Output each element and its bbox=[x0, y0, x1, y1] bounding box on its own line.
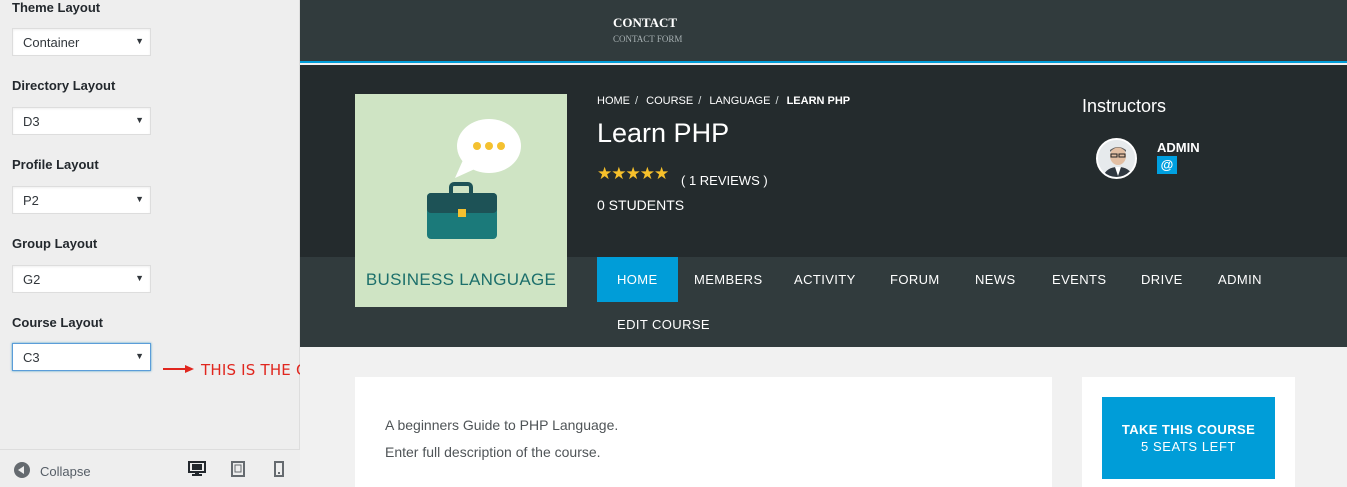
directory-layout-select[interactable]: D3 ▼ bbox=[12, 107, 151, 135]
customizer-footer: Collapse bbox=[0, 449, 300, 487]
dropdown-arrow-icon: ▼ bbox=[135, 194, 144, 204]
seats-left-label: 5 SEATS LEFT bbox=[1140, 439, 1237, 454]
breadcrumb-course[interactable]: COURSE bbox=[646, 95, 693, 107]
course-description-card: A beginners Guide to PHP Language. Enter… bbox=[355, 377, 1052, 487]
dropdown-arrow-icon: ▼ bbox=[135, 36, 144, 46]
breadcrumb-current: LEARN PHP bbox=[786, 95, 851, 107]
nav-item-news[interactable]: NEWS bbox=[955, 257, 1036, 302]
theme-layout-select[interactable]: Container ▼ bbox=[12, 28, 151, 56]
group-layout-select[interactable]: G2 ▼ bbox=[12, 265, 151, 293]
nav-item-edit-course[interactable]: EDIT COURSE bbox=[597, 302, 730, 347]
breadcrumb-separator: / bbox=[635, 95, 639, 107]
course-description-line: Enter full description of the course. bbox=[385, 444, 601, 460]
course-title: Learn PHP bbox=[597, 118, 730, 148]
course-layout-select[interactable]: C3 ▼ bbox=[12, 343, 151, 371]
nav-item-forum[interactable]: FORUM bbox=[870, 257, 960, 302]
students-count: 0 STUDENTS bbox=[597, 197, 685, 213]
site-preview: CONTACT CONTACT FORM BUSINESS LANGUAGE H… bbox=[300, 0, 1347, 487]
tablet-preview-icon[interactable] bbox=[231, 461, 245, 477]
collapse-icon[interactable] bbox=[14, 462, 30, 478]
course-description-line: A beginners Guide to PHP Language. bbox=[385, 417, 619, 433]
group-layout-label: Group Layout bbox=[12, 236, 98, 251]
nav-item-drive[interactable]: DRIVE bbox=[1121, 257, 1203, 302]
course-image: BUSINESS LANGUAGE bbox=[355, 94, 567, 307]
take-course-button[interactable]: TAKE THIS COURSE 5 SEATS LEFT bbox=[1102, 397, 1275, 479]
instructors-heading: Instructors bbox=[1082, 96, 1167, 116]
course-action-card: TAKE THIS COURSE 5 SEATS LEFT bbox=[1082, 377, 1295, 487]
course-image-label: BUSINESS LANGUAGE bbox=[365, 270, 557, 289]
course-layout-value: C3 bbox=[23, 350, 40, 365]
directory-layout-label: Directory Layout bbox=[12, 78, 116, 93]
annotation-arrow-line bbox=[163, 368, 187, 370]
briefcase-chat-icon bbox=[427, 119, 521, 239]
theme-layout-label: Theme Layout bbox=[12, 0, 101, 15]
reviews-count[interactable]: ( 1 REVIEWS ) bbox=[681, 173, 768, 188]
nav-item-members[interactable]: MEMBERS bbox=[674, 257, 783, 302]
nav-item-admin[interactable]: ADMIN bbox=[1198, 257, 1282, 302]
group-layout-value: G2 bbox=[23, 272, 41, 287]
site-header: CONTACT CONTACT FORM bbox=[300, 0, 1347, 63]
instructor-name[interactable]: ADMIN bbox=[1157, 140, 1200, 155]
profile-layout-value: P2 bbox=[23, 193, 39, 208]
mobile-preview-icon[interactable] bbox=[274, 461, 284, 477]
course-layout-label: Course Layout bbox=[12, 315, 104, 330]
nav-item-home[interactable]: HOME bbox=[597, 257, 678, 302]
contact-menu-subtitle: CONTACT FORM bbox=[613, 34, 683, 44]
profile-layout-select[interactable]: P2 ▼ bbox=[12, 186, 151, 214]
take-course-label: TAKE THIS COURSE bbox=[1121, 422, 1256, 437]
breadcrumb: HOME / COURSE / LANGUAGE / LEARN PHP bbox=[597, 95, 855, 107]
customizer-sidebar: Theme Layout Container ▼ Directory Layou… bbox=[0, 0, 300, 487]
nav-item-activity[interactable]: ACTIVITY bbox=[774, 257, 876, 302]
instructor-avatar[interactable] bbox=[1096, 138, 1137, 179]
breadcrumb-separator: / bbox=[698, 95, 702, 107]
nav-item-events[interactable]: EVENTS bbox=[1032, 257, 1126, 302]
collapse-button[interactable]: Collapse bbox=[40, 464, 91, 479]
theme-layout-value: Container bbox=[23, 35, 80, 50]
rating-stars-icon: ★★★★★ bbox=[597, 164, 669, 183]
profile-layout-label: Profile Layout bbox=[12, 157, 99, 172]
contact-menu-link[interactable]: CONTACT bbox=[613, 15, 677, 31]
desktop-preview-icon[interactable] bbox=[188, 461, 206, 477]
breadcrumb-language[interactable]: LANGUAGE bbox=[709, 95, 770, 107]
directory-layout-value: D3 bbox=[23, 114, 40, 129]
breadcrumb-separator: / bbox=[775, 95, 779, 107]
mail-icon[interactable]: @ bbox=[1157, 156, 1177, 174]
breadcrumb-home[interactable]: HOME bbox=[597, 95, 630, 107]
annotation-arrow-icon bbox=[185, 365, 194, 373]
dropdown-arrow-icon: ▼ bbox=[135, 351, 144, 361]
dropdown-arrow-icon: ▼ bbox=[135, 273, 144, 283]
dropdown-arrow-icon: ▼ bbox=[135, 115, 144, 125]
